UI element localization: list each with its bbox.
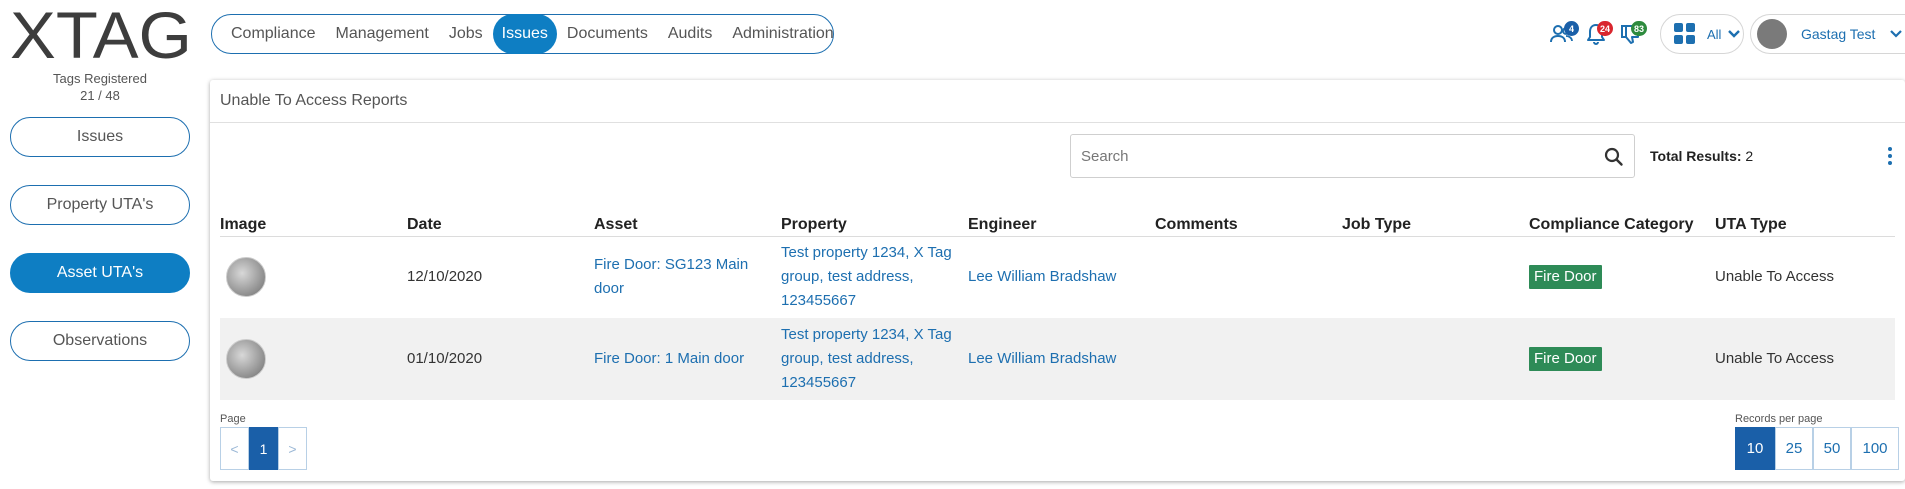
property-link[interactable]: Test property 1234, X Tag group, test ad…: [781, 244, 952, 309]
tags-registered: Tags Registered 21 / 48: [10, 70, 190, 104]
category-badge: Fire Door: [1529, 265, 1602, 290]
sidebar-item-label: Asset UTA's: [56, 264, 144, 281]
divider: [210, 122, 1905, 123]
search-box: [1070, 134, 1635, 178]
nav-audits[interactable]: Audits: [658, 14, 722, 54]
category-badge: Fire Door: [1529, 347, 1602, 371]
total-results-label: Total Results:: [1650, 148, 1742, 164]
search-input[interactable]: [1081, 147, 1581, 165]
records-25-button[interactable]: 25: [1775, 427, 1813, 470]
nav-jobs[interactable]: Jobs: [439, 14, 493, 54]
nav-documents[interactable]: Documents: [557, 14, 658, 54]
users-badge: 4: [1564, 21, 1579, 36]
nav-compliance[interactable]: Compliance: [221, 14, 325, 54]
main-nav: Compliance Management Jobs Issues Docume…: [211, 13, 834, 54]
svg-text:XTAG: XTAG: [10, 4, 192, 64]
xtag-logo[interactable]: XTAG: [10, 4, 192, 64]
nav-administration[interactable]: Administration: [722, 14, 843, 54]
users-button[interactable]: 4: [1545, 17, 1579, 51]
records-per-page: 10 25 50 100: [1735, 427, 1899, 470]
more-options-icon[interactable]: [1885, 146, 1895, 166]
cell-date: 12/10/2020: [407, 268, 483, 286]
sidebar-item-issues[interactable]: Issues: [10, 117, 190, 157]
asset-thumbnail[interactable]: [226, 339, 266, 379]
total-results: Total Results: 2: [1650, 148, 1753, 164]
tags-registered-label: Tags Registered: [53, 71, 147, 86]
sidebar-item-label: Issues: [76, 128, 124, 145]
notifications-badge: 24: [1596, 21, 1613, 36]
column-header[interactable]: Engineer: [968, 210, 1155, 237]
records-50-button[interactable]: 50: [1813, 427, 1851, 470]
feedback-badge: 83: [1630, 21, 1647, 36]
engineer-link[interactable]: Lee William Bradshaw: [968, 350, 1116, 367]
sidebar-item-asset-utas[interactable]: Asset UTA's: [10, 253, 190, 293]
xtag-logo-mark: XTAG: [10, 4, 192, 64]
column-header[interactable]: UTA Type: [1715, 210, 1895, 237]
table-header-row: Image Date Asset Property Engineer Comme…: [220, 210, 1895, 237]
chevron-down-icon: [1728, 30, 1741, 38]
cell-job-type: [1342, 318, 1529, 400]
sidebar-item-property-utas[interactable]: Property UTA's: [10, 185, 190, 225]
pagination: < 1 >: [220, 427, 307, 470]
engineer-link[interactable]: Lee William Bradshaw: [968, 268, 1116, 285]
prev-page-button[interactable]: <: [220, 427, 249, 470]
nav-management[interactable]: Management: [325, 14, 438, 54]
page-label: Page: [220, 413, 246, 425]
user-name: Gastag Test: [1801, 26, 1876, 42]
column-header[interactable]: Image: [220, 210, 407, 237]
nav-issues[interactable]: Issues: [492, 13, 557, 54]
cell-uta-type: Unable To Access: [1715, 268, 1834, 286]
page-button-current[interactable]: 1: [249, 427, 278, 470]
column-header[interactable]: Job Type: [1342, 210, 1529, 237]
column-header[interactable]: Comments: [1155, 210, 1342, 237]
asset-link[interactable]: Fire Door: SG123 Main door: [594, 256, 748, 297]
cell-uta-type: Unable To Access: [1715, 318, 1895, 400]
table-row[interactable]: 01/10/2020 Fire Door: 1 Main door Test p…: [220, 318, 1895, 400]
column-header[interactable]: Property: [781, 210, 968, 237]
sidebar-item-label: Property UTA's: [46, 196, 154, 213]
feedback-button[interactable]: 83: [1613, 17, 1647, 51]
search-icon[interactable]: [1604, 147, 1624, 167]
asset-link[interactable]: Fire Door: 1 Main door: [594, 350, 744, 367]
next-page-button[interactable]: >: [278, 427, 307, 470]
cell-comments: [1155, 236, 1342, 318]
avatar: [1757, 19, 1787, 49]
column-header[interactable]: Asset: [594, 210, 781, 237]
records-10-button[interactable]: 10: [1735, 427, 1775, 470]
uta-panel: Unable To Access Reports Total Results: …: [210, 80, 1905, 481]
apps-dropdown-label: All: [1707, 26, 1722, 42]
notifications-button[interactable]: 24: [1579, 17, 1613, 51]
total-results-value: 2: [1745, 148, 1754, 164]
cell-date: 01/10/2020: [407, 318, 594, 400]
records-per-page-label: Records per page: [1735, 413, 1823, 425]
panel-title: Unable To Access Reports: [220, 92, 408, 109]
tags-registered-count: 21 / 48: [80, 88, 120, 103]
grid-icon: [1674, 23, 1695, 44]
sidebar-item-label: Observations: [52, 332, 148, 349]
header-icons: 4 24 83: [1545, 14, 1647, 54]
asset-thumbnail[interactable]: [226, 257, 266, 298]
column-header[interactable]: Compliance Category: [1529, 210, 1715, 237]
chevron-down-icon: [1890, 30, 1903, 38]
cell-job-type: [1342, 236, 1529, 318]
sidebar-item-observations[interactable]: Observations: [10, 321, 190, 361]
cell-comments: [1155, 318, 1342, 400]
property-link[interactable]: Test property 1234, X Tag group, test ad…: [781, 326, 952, 391]
column-header[interactable]: Date: [407, 210, 594, 237]
records-100-button[interactable]: 100: [1851, 427, 1899, 470]
user-menu[interactable]: Gastag Test: [1750, 14, 1905, 54]
uta-table: Image Date Asset Property Engineer Comme…: [220, 210, 1895, 400]
apps-dropdown[interactable]: All: [1660, 14, 1744, 54]
table-row[interactable]: 12/10/2020 Fire Door: SG123 Main door Te…: [220, 236, 1895, 318]
